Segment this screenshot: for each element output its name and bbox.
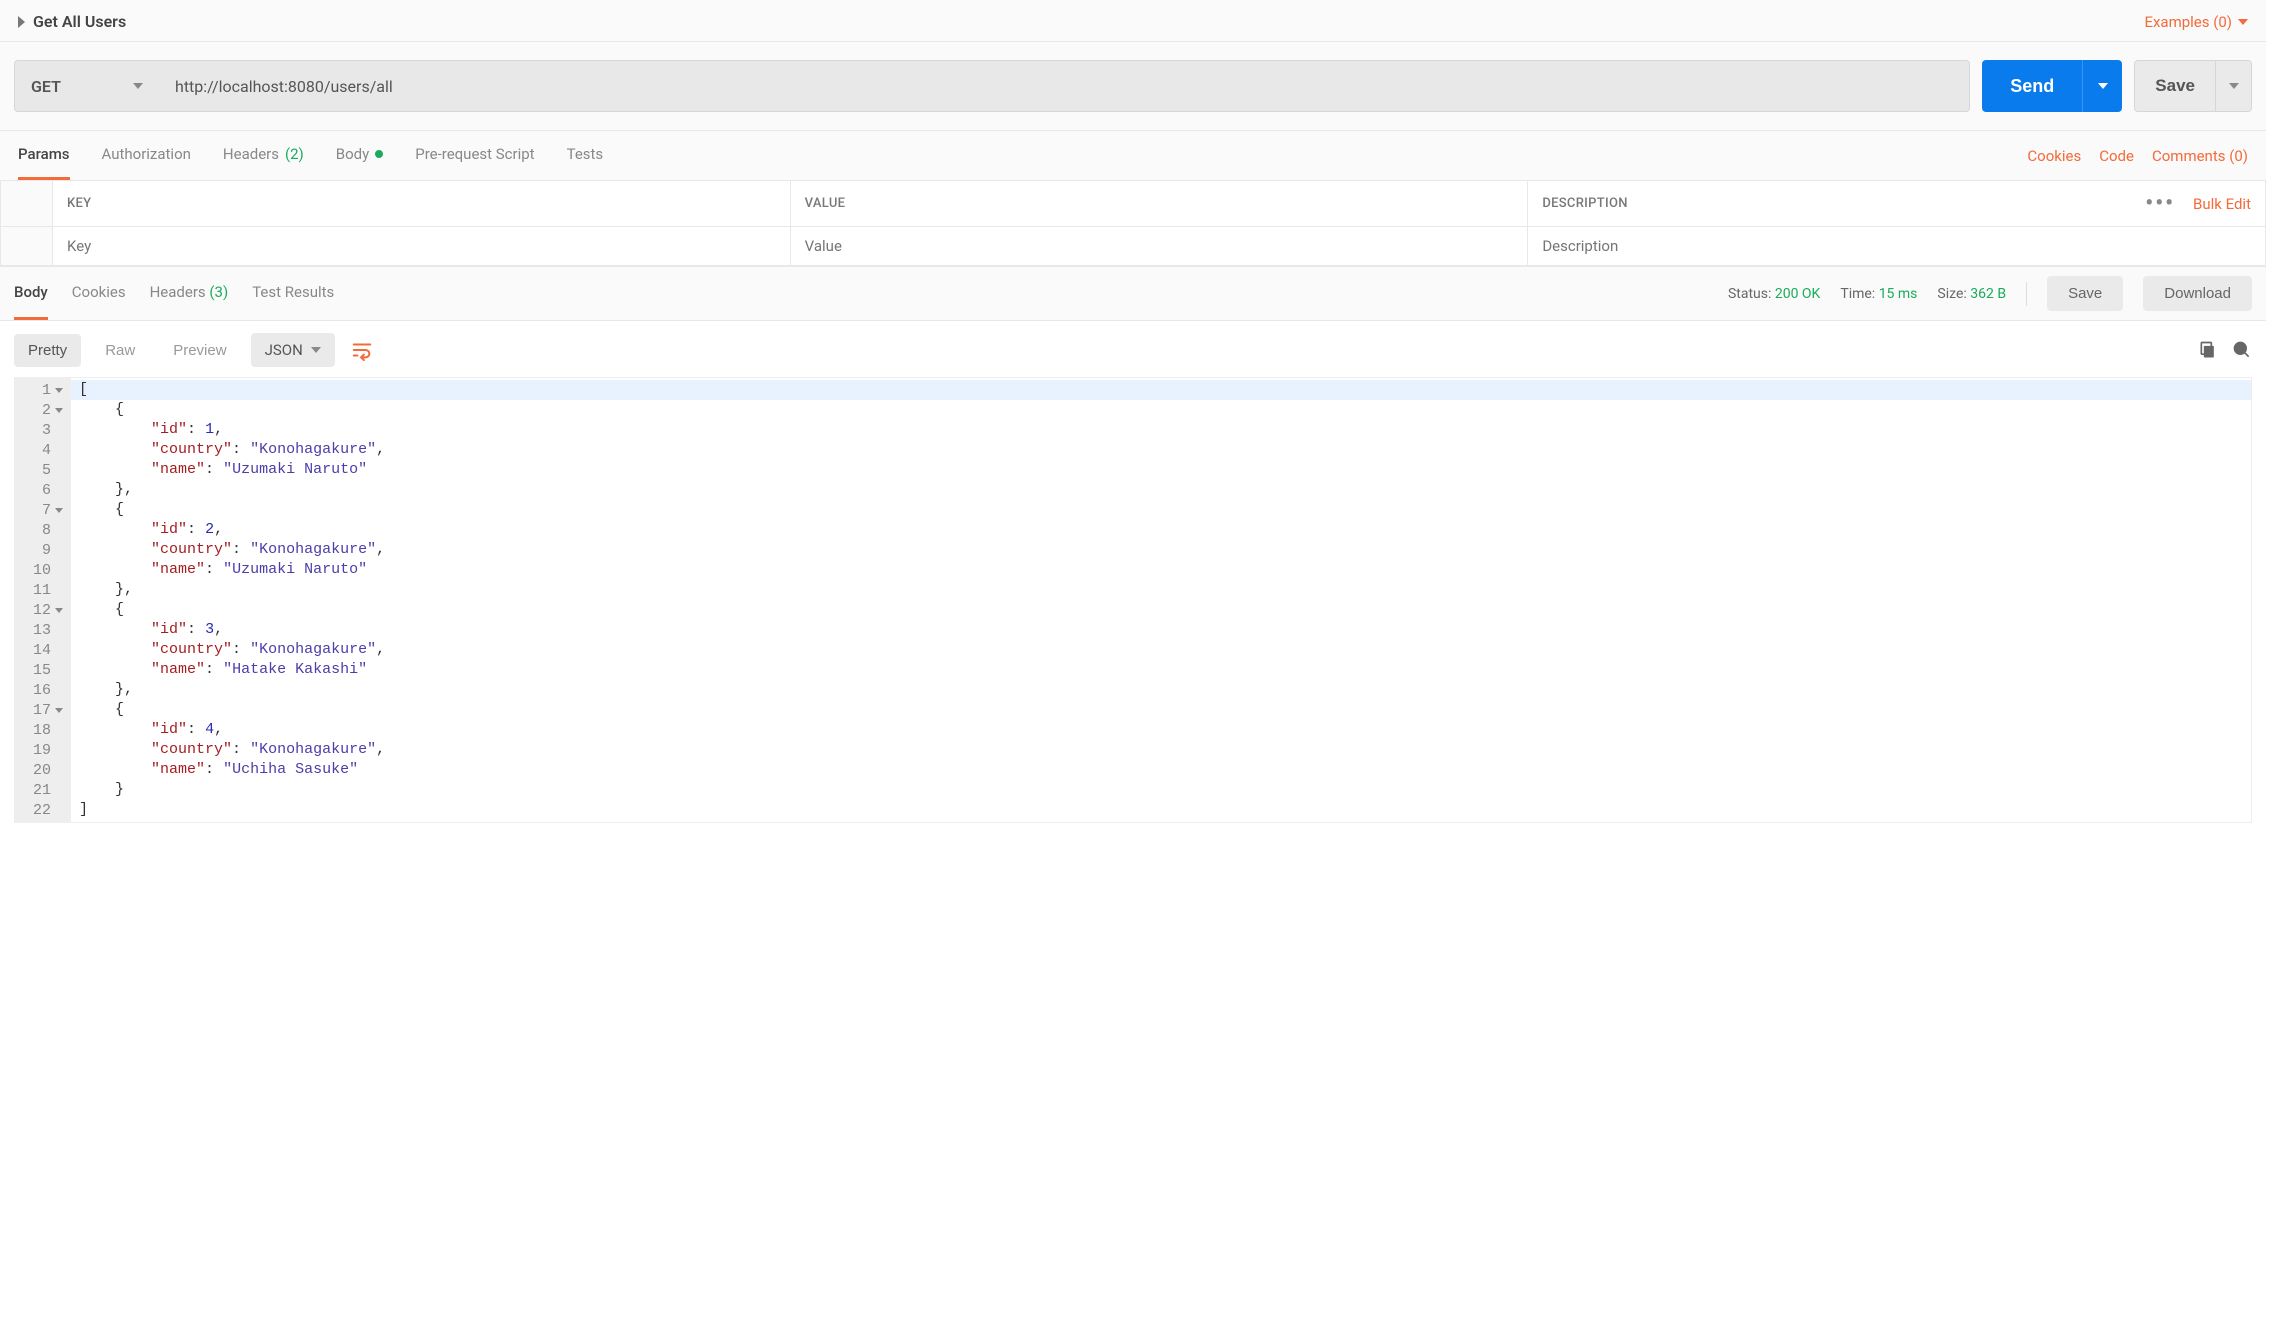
tab-tests[interactable]: Tests: [567, 131, 604, 180]
rtab-headers[interactable]: Headers (3): [150, 267, 229, 320]
copy-icon[interactable]: [2198, 340, 2218, 360]
chevron-down-icon: [2098, 83, 2108, 89]
tab-prerequest[interactable]: Pre-request Script: [415, 131, 534, 180]
dot-icon: [375, 150, 383, 158]
url-bar: GET http://localhost:8080/users/all Send…: [0, 42, 2266, 131]
send-dropdown[interactable]: [2082, 60, 2122, 112]
tab-headers[interactable]: Headers (2): [223, 131, 304, 180]
wrap-icon[interactable]: [345, 333, 379, 367]
more-icon[interactable]: •••: [2145, 191, 2175, 216]
chevron-down-icon: [2229, 83, 2239, 89]
view-toolbar: Pretty Raw Preview JSON: [0, 321, 2266, 377]
examples-dropdown[interactable]: Examples (0): [2144, 13, 2248, 31]
response-tabs: Body Cookies Headers (3) Test Results St…: [0, 266, 2266, 321]
status-label: Status: 200 OK: [1728, 286, 1820, 302]
time-label: Time: 15 ms: [1840, 286, 1917, 302]
method-select[interactable]: GET: [14, 60, 159, 112]
expand-icon[interactable]: [18, 16, 25, 28]
param-key-input[interactable]: [67, 237, 776, 255]
column-description: DESCRIPTION ••• Bulk Edit: [1528, 181, 2266, 227]
chevron-down-icon: [2238, 19, 2248, 25]
rtab-body[interactable]: Body: [14, 267, 48, 320]
param-row: [1, 227, 2266, 266]
code-link[interactable]: Code: [2099, 147, 2134, 165]
param-value-input[interactable]: [805, 237, 1514, 255]
request-name: Get All Users: [33, 12, 126, 31]
bulk-edit-link[interactable]: Bulk Edit: [2193, 195, 2251, 213]
view-raw[interactable]: Raw: [91, 334, 149, 367]
tab-authorization[interactable]: Authorization: [102, 131, 191, 180]
tab-params[interactable]: Params: [18, 131, 70, 180]
send-button[interactable]: Send: [1982, 60, 2082, 112]
response-body-viewer[interactable]: 12345678910111213141516171819202122 [ { …: [14, 377, 2252, 823]
request-header: Get All Users Examples (0): [0, 0, 2266, 42]
view-pretty[interactable]: Pretty: [14, 334, 81, 367]
chevron-down-icon: [133, 83, 143, 89]
comments-link[interactable]: Comments (0): [2152, 147, 2248, 165]
size-label: Size: 362 B: [1937, 286, 2006, 302]
search-icon[interactable]: [2232, 340, 2252, 360]
column-key: KEY: [53, 181, 791, 227]
response-download-button[interactable]: Download: [2143, 276, 2252, 311]
save-dropdown[interactable]: [2216, 60, 2252, 112]
url-input[interactable]: http://localhost:8080/users/all: [159, 60, 1970, 112]
request-tabs: Params Authorization Headers (2) Body Pr…: [0, 131, 2266, 180]
save-button[interactable]: Save: [2134, 60, 2216, 112]
column-value: VALUE: [790, 181, 1528, 227]
param-description-input[interactable]: [1542, 237, 2251, 255]
params-table: KEY VALUE DESCRIPTION ••• Bulk Edit: [0, 180, 2266, 266]
rtab-cookies[interactable]: Cookies: [72, 267, 126, 320]
format-select[interactable]: JSON: [251, 333, 335, 367]
rtab-test-results[interactable]: Test Results: [252, 267, 334, 320]
chevron-down-icon: [311, 347, 321, 353]
tab-body[interactable]: Body: [336, 131, 383, 180]
cookies-link[interactable]: Cookies: [2027, 147, 2081, 165]
response-save-button[interactable]: Save: [2047, 276, 2123, 311]
view-preview[interactable]: Preview: [159, 334, 240, 367]
